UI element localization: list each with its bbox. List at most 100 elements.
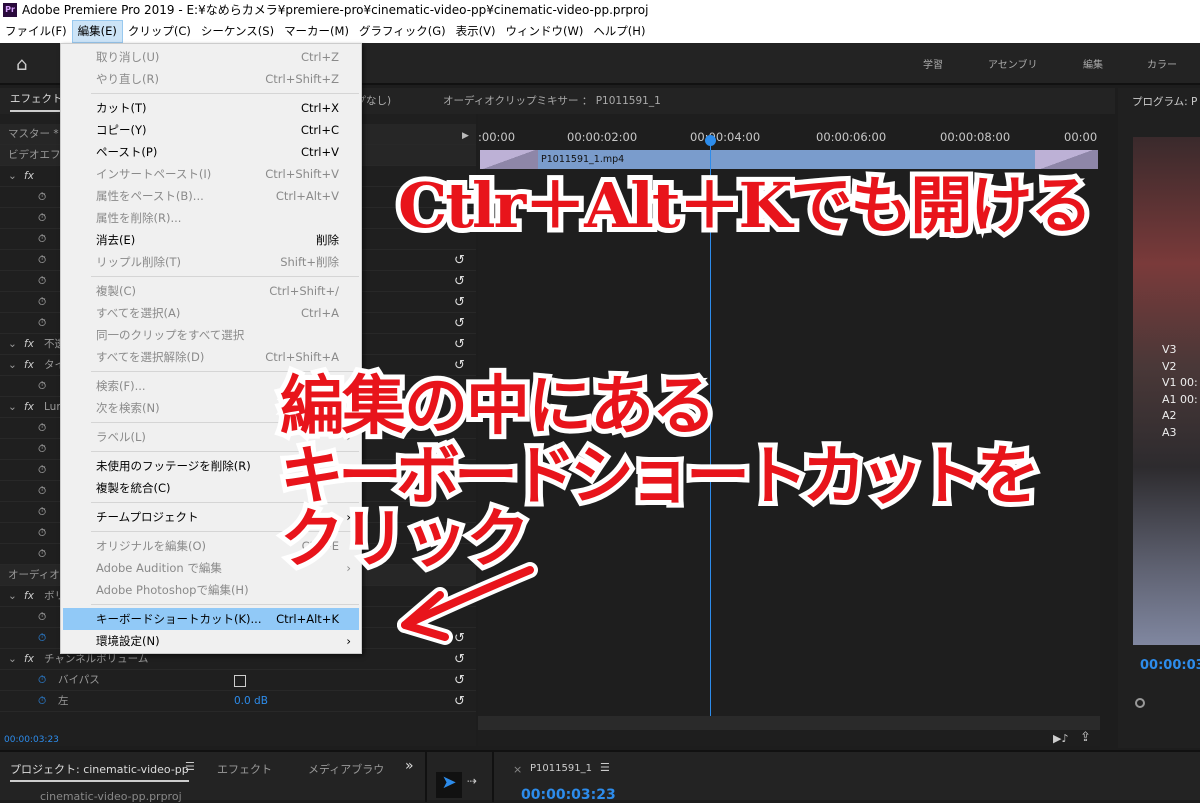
edit-menu-item[interactable]: すべてを選択(A) Ctrl+A xyxy=(63,302,359,324)
expand-chevron-icon[interactable]: ⌄ xyxy=(8,355,17,376)
menu-0[interactable]: ファイル(F) xyxy=(0,20,72,43)
reset-icon[interactable]: ↺ xyxy=(454,691,465,712)
menu-item-shortcut: Ctrl+Z xyxy=(301,50,339,64)
edit-menu-item[interactable]: インサートペースト(I) Ctrl+Shift+V xyxy=(63,163,359,185)
stopwatch-icon[interactable]: ⏱ xyxy=(38,607,46,628)
timeline-scrollbar[interactable] xyxy=(478,716,1100,730)
expand-chevron-icon[interactable]: ⌄ xyxy=(8,334,17,355)
tab-audio-clip-mixer[interactable]: オーディオクリップミキサー ： P1011591_1 xyxy=(443,88,661,114)
track-label: A1 00: xyxy=(1162,392,1198,406)
track-select-tool-icon[interactable]: ⇢ xyxy=(467,774,477,788)
menu-4[interactable]: マーカー(M) xyxy=(279,20,354,43)
more-panels-icon[interactable]: » xyxy=(405,758,414,774)
tab-effects[interactable]: エフェクト xyxy=(217,761,272,777)
project-file[interactable]: cinematic-video-pp.prproj xyxy=(40,790,182,803)
edit-menu-item[interactable]: 消去(E) 削除 xyxy=(63,229,359,251)
fx-icon[interactable]: fx xyxy=(24,355,34,376)
stopwatch-icon[interactable]: ⏱ xyxy=(38,460,46,481)
stopwatch-icon[interactable]: ⏱ xyxy=(38,544,46,565)
menu-8[interactable]: ヘルプ(H) xyxy=(588,20,650,43)
selection-tool-icon[interactable]: ➤ xyxy=(436,772,462,798)
stopwatch-icon[interactable]: ⏱ xyxy=(38,292,46,313)
export-icon[interactable]: ⇪ xyxy=(1080,730,1091,745)
menu-item-shortcut: Shift+削除 xyxy=(280,255,339,269)
effect-row[interactable]: ⏱ 左 0.0 dB ↺ xyxy=(0,691,476,712)
bypass-checkbox[interactable] xyxy=(234,675,246,687)
reset-icon[interactable]: ↺ xyxy=(454,250,465,271)
edit-menu-item[interactable]: やり直し(R) Ctrl+Shift+Z xyxy=(63,68,359,90)
menu-7[interactable]: ウィンドウ(W) xyxy=(500,20,588,43)
timeline-tick: 00:00:08:00 xyxy=(940,130,1011,144)
menu-1[interactable]: 編集(E) xyxy=(71,20,123,43)
stopwatch-icon[interactable]: ⏱ xyxy=(38,418,46,439)
stopwatch-icon[interactable]: ⏱ xyxy=(38,187,46,208)
workspace-color[interactable]: カラー xyxy=(1147,56,1177,71)
reset-icon[interactable]: ↺ xyxy=(454,271,465,292)
fx-icon[interactable]: fx xyxy=(24,334,34,355)
stopwatch-icon[interactable]: ⏱ xyxy=(38,313,46,334)
fx-icon[interactable]: fx xyxy=(24,586,34,607)
stopwatch-icon[interactable]: ⏱ xyxy=(38,229,46,250)
play-icon[interactable]: ▶ xyxy=(462,131,469,141)
edit-menu-item[interactable]: リップル削除(T) Shift+削除 xyxy=(63,251,359,273)
stopwatch-icon[interactable]: ⏱ xyxy=(38,481,46,502)
expand-chevron-icon[interactable]: ⌄ xyxy=(8,397,17,418)
stopwatch-icon[interactable]: ⏱ xyxy=(38,628,46,649)
stopwatch-icon[interactable]: ⏱ xyxy=(38,670,46,691)
expand-chevron-icon[interactable]: ⌄ xyxy=(8,649,17,670)
edit-menu-item[interactable]: コピー(Y) Ctrl+C xyxy=(63,119,359,141)
stopwatch-icon[interactable]: ⏱ xyxy=(38,502,46,523)
edit-menu-item[interactable]: Adobe Photoshopで編集(H) xyxy=(63,579,359,601)
stopwatch-icon[interactable]: ⏱ xyxy=(38,439,46,460)
program-zoom-handle[interactable] xyxy=(1135,698,1145,708)
stopwatch-icon[interactable]: ⏱ xyxy=(38,691,46,712)
sequence-timecode[interactable]: 00:00:03:23 xyxy=(521,787,616,803)
menu-2[interactable]: クリップ(C) xyxy=(123,20,196,43)
stopwatch-icon[interactable]: ⏱ xyxy=(38,376,46,397)
workspace-learn[interactable]: 学習 xyxy=(923,56,943,71)
expand-chevron-icon[interactable]: ⌄ xyxy=(8,166,17,187)
menu-3[interactable]: シーケンス(S) xyxy=(196,20,279,43)
tab-sequence[interactable]: P1011591_1 xyxy=(530,763,592,774)
sequence-menu-icon[interactable]: ☰ xyxy=(600,761,610,774)
effect-value[interactable]: 0.0 dB xyxy=(234,691,268,712)
expand-chevron-icon[interactable]: ⌄ xyxy=(8,586,17,607)
fx-icon[interactable]: fx xyxy=(24,649,34,670)
edit-menu-item[interactable]: 環境設定(N) › xyxy=(63,630,359,652)
home-icon[interactable]: ⌂ xyxy=(16,54,27,75)
workspace-assembly[interactable]: アセンブリ xyxy=(988,56,1038,71)
tab-media-browser[interactable]: メディアブラウ xyxy=(308,761,384,777)
effect-row-label: マスター * xyxy=(8,128,59,140)
menu-6[interactable]: 表示(V) xyxy=(451,20,501,43)
premiere-logo-icon: Pr xyxy=(3,3,17,17)
workspace-edit[interactable]: 編集 xyxy=(1083,56,1103,71)
edit-menu-item[interactable]: 取り消し(U) Ctrl+Z xyxy=(63,46,359,68)
edit-menu-item[interactable]: カット(T) Ctrl+X xyxy=(63,97,359,119)
edit-menu-item[interactable]: 複製(C) Ctrl+Shift+/ xyxy=(63,280,359,302)
tab-effect-controls[interactable]: エフェクト xyxy=(10,88,63,112)
panel-menu-icon[interactable]: ☰ xyxy=(185,760,195,773)
effect-row[interactable]: ⏱ バイパス ↺ xyxy=(0,670,476,691)
stopwatch-icon[interactable]: ⏱ xyxy=(38,271,46,292)
edit-menu-item[interactable]: キーボードショートカット(K)... Ctrl+Alt+K xyxy=(63,608,359,630)
edit-menu-item[interactable]: 属性をペースト(B)... Ctrl+Alt+V xyxy=(63,185,359,207)
tab-project[interactable]: プロジェクト: cinematic-video-pp xyxy=(10,761,189,782)
stopwatch-icon[interactable]: ⏱ xyxy=(38,250,46,271)
reset-icon[interactable]: ↺ xyxy=(454,670,465,691)
program-timecode[interactable]: 00:00:03: xyxy=(1140,658,1200,673)
edit-menu-item[interactable]: ペースト(P) Ctrl+V xyxy=(63,141,359,163)
stopwatch-icon[interactable]: ⏱ xyxy=(38,523,46,544)
close-sequence-icon[interactable]: × xyxy=(513,763,522,776)
reset-icon[interactable]: ↺ xyxy=(454,334,465,355)
reset-icon[interactable]: ↺ xyxy=(454,292,465,313)
reset-icon[interactable]: ↺ xyxy=(454,313,465,334)
playhead-handle[interactable] xyxy=(705,135,716,146)
menu-item-label: 属性を削除(R)... xyxy=(96,211,182,225)
fx-icon[interactable]: fx xyxy=(24,397,34,418)
play-audio-icon[interactable]: ▶♪ xyxy=(1053,732,1068,745)
edit-menu-item[interactable]: 属性を削除(R)... xyxy=(63,207,359,229)
stopwatch-icon[interactable]: ⏱ xyxy=(38,208,46,229)
fx-icon[interactable]: fx xyxy=(24,166,34,187)
menu-5[interactable]: グラフィック(G) xyxy=(354,20,451,43)
edit-menu-item[interactable]: 同一のクリップをすべて選択 xyxy=(63,324,359,346)
